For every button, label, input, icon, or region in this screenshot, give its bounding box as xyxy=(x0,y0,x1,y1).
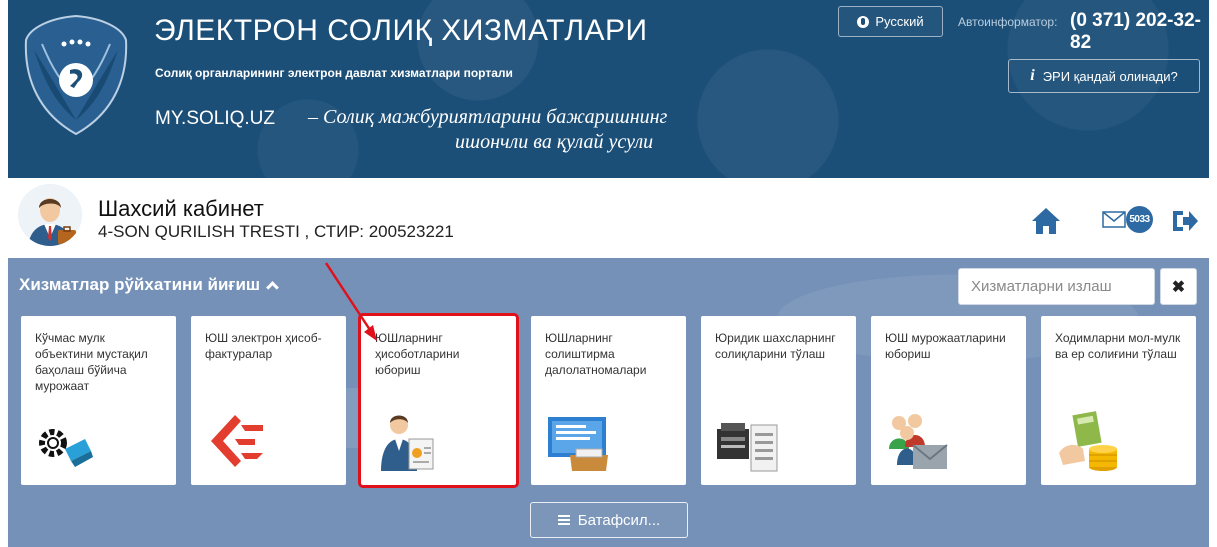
info-icon: i xyxy=(1030,67,1035,84)
eri-info-button[interactable]: i ЭРИ қандай олинади? xyxy=(1008,59,1200,93)
cabinet-title: Шахсий кабинет xyxy=(98,196,264,221)
avatar xyxy=(18,184,82,246)
services-search-input[interactable] xyxy=(958,268,1155,305)
monitor-archive-icon xyxy=(548,417,608,471)
service-card-send-reports[interactable]: ЮШларнинг ҳисоботларини юбориш xyxy=(358,313,519,488)
gear-key-icon xyxy=(39,429,93,467)
services-toggle[interactable]: Хизматлар рўйхатини йиғиш xyxy=(19,275,279,295)
service-card-property-valuation[interactable]: Кўчмас мулк объектини мустақил баҳолаш б… xyxy=(21,316,176,485)
site-subtitle: Солиқ органларининг электрон давлат хизм… xyxy=(155,66,513,80)
autoinformer-label: Автоинформатор: xyxy=(958,15,1058,29)
mail-count-badge[interactable]: 5033 xyxy=(1126,206,1153,233)
printer-document-icon xyxy=(717,423,778,472)
service-card-label: ЮШ электрон ҳисоб-фактуралар xyxy=(205,331,322,361)
site-title: ЭЛЕКТРОН СОЛИҚ ХИЗМАТЛАРИ xyxy=(154,14,648,47)
profile-bar: Шахсий кабинет 4-SON QURILISH TRESTI , С… xyxy=(8,178,1209,258)
businessman-report-icon xyxy=(381,415,434,471)
more-details-button[interactable]: Батафсил... xyxy=(530,502,688,538)
globe-icon xyxy=(857,15,870,28)
language-label: Русский xyxy=(875,14,924,29)
chevron-up-icon xyxy=(266,281,279,294)
service-card-send-appeals[interactable]: ЮШ мурожаатларини юбориш xyxy=(871,316,1026,485)
slogan-line-1: – Солиқ мажбуриятларини бажаришнинг xyxy=(308,106,668,128)
site-domain[interactable]: MY.SOLIQ.UZ xyxy=(155,108,275,130)
service-card-label: Юридик шахсларнинг солиқларини тўлаш xyxy=(715,331,836,361)
service-card-employee-property-tax[interactable]: Ходимларни мол-мулк ва ер солиғини тўлаш xyxy=(1041,316,1196,485)
people-envelope-icon xyxy=(889,414,948,469)
site-header: ЭЛЕКТРОН СОЛИҚ ХИЗМАТЛАРИ Солиқ органлар… xyxy=(8,0,1209,178)
slogan-line-2: ишончли ва қулай усули xyxy=(455,131,654,153)
service-card-label: ЮШ мурожаатларини юбориш xyxy=(885,331,1006,361)
service-card-label: Ходимларни мол-мулк ва ер солиғини тўлаш xyxy=(1055,331,1181,361)
bars-icon xyxy=(557,515,570,525)
service-card-pay-taxes[interactable]: Юридик шахсларнинг солиқларини тўлаш xyxy=(701,316,856,485)
service-card-e-invoices[interactable]: ЮШ электрон ҳисоб-фактуралар xyxy=(191,316,346,485)
service-card-reconciliation-acts[interactable]: ЮШларнинг солиштирма далолатномалари xyxy=(531,316,686,485)
services-title: Хизматлар рўйхатини йиғиш xyxy=(19,275,261,294)
home-icon[interactable] xyxy=(1030,206,1062,236)
language-button[interactable]: Русский xyxy=(838,6,943,37)
service-card-label: ЮШларнинг солиштирма далолатномалари xyxy=(545,331,647,377)
autoinformer-phone: (0 371) 202-32-82 xyxy=(1070,10,1201,53)
e-invoice-logo-icon xyxy=(211,415,263,467)
services-panel: Хизматлар рўйхатини йиғиш ✖ Кўчмас мулк … xyxy=(8,258,1209,547)
service-card-label: ЮШларнинг ҳисоботларини юбориш xyxy=(375,331,460,377)
clear-search-button[interactable]: ✖ xyxy=(1160,268,1197,305)
soliq-logo-icon[interactable] xyxy=(20,10,132,138)
logout-icon[interactable] xyxy=(1171,208,1199,234)
organization-info: 4-SON QURILISH TRESTI , СТИР: 200523221 xyxy=(98,222,454,241)
eri-button-label: ЭРИ қандай олинади? xyxy=(1042,68,1178,84)
envelope-icon[interactable] xyxy=(1102,211,1126,228)
service-card-label: Кўчмас мулк объектини мустақил баҳолаш б… xyxy=(35,331,148,393)
calculator-coins-icon xyxy=(1059,411,1117,471)
more-details-label: Батафсил... xyxy=(577,511,661,529)
